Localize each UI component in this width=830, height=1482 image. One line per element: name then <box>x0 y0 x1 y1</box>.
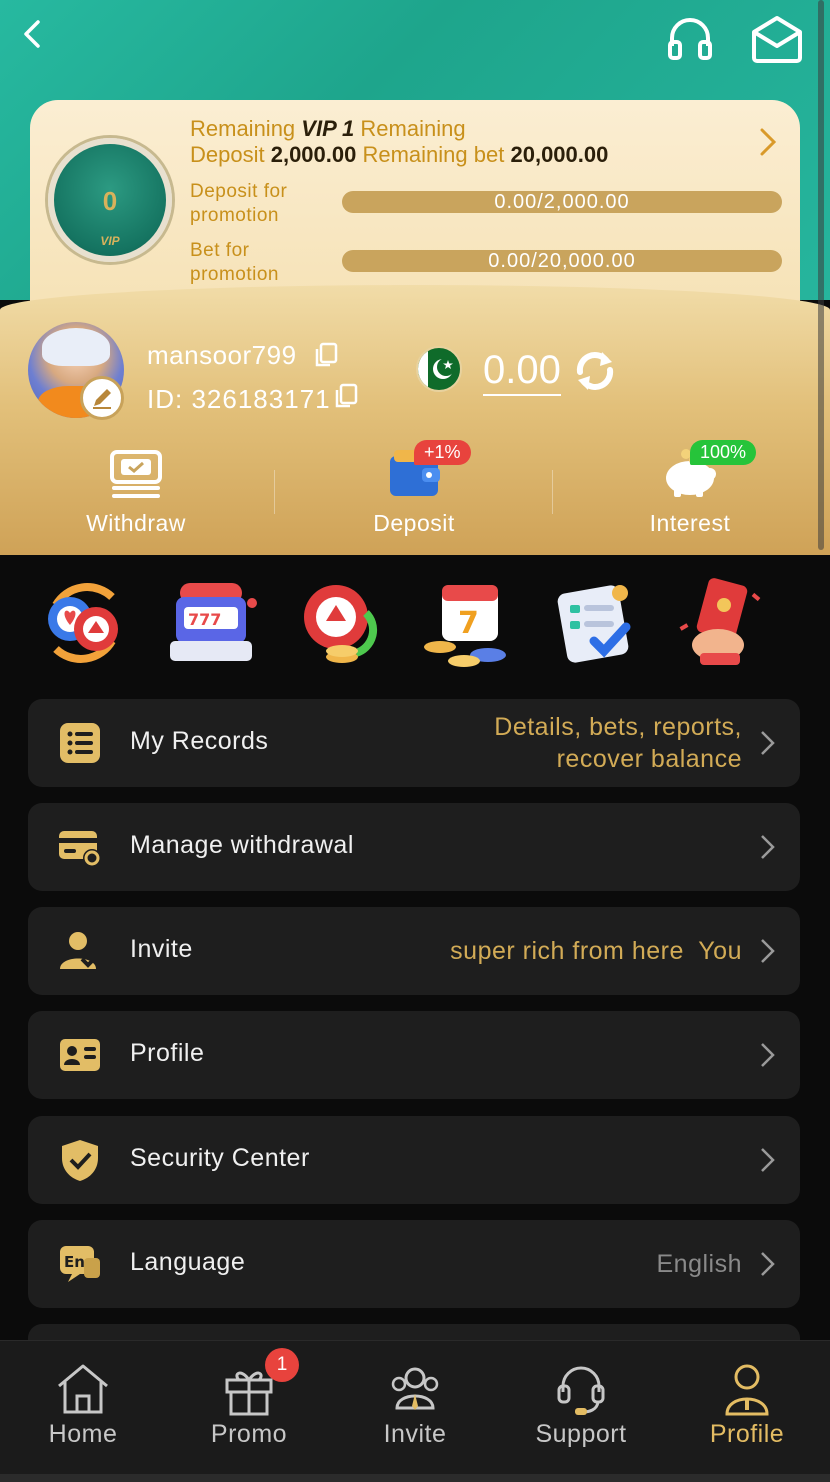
home-icon <box>55 1362 111 1416</box>
menu-marquee-hint: super rich from here You <box>450 937 742 965</box>
nav-home-label: Home <box>48 1420 118 1448</box>
nav-support-label: Support <box>535 1420 627 1448</box>
vip-line1-prefix: Remaining <box>190 116 296 141</box>
vip-requirement-line: Deposit 2,000.00 Remaining bet 20,000.00 <box>190 142 608 168</box>
divider <box>274 470 275 514</box>
chevron-right-icon <box>760 937 776 965</box>
home-indicator <box>0 1474 830 1482</box>
menu-label: Profile <box>130 1039 205 1067</box>
menu-label: Invite <box>130 935 193 963</box>
chevron-right-icon <box>760 1146 776 1174</box>
pakistan-flag-icon <box>416 346 462 392</box>
bet-progress-bar: 0.00/20,000.00 <box>342 250 782 272</box>
back-icon[interactable] <box>14 14 54 54</box>
menu-item-manage-withdrawal[interactable]: Manage withdrawal <box>28 803 800 891</box>
user-id-value: 326183171 <box>191 384 331 414</box>
menu-item-my-records[interactable]: My Records Details, bets, reports, recov… <box>28 699 800 787</box>
svg-text:7: 7 <box>458 606 479 641</box>
shield-icon <box>58 1138 102 1182</box>
withdraw-label: Withdraw <box>86 510 186 536</box>
copy-username-icon[interactable] <box>314 342 338 368</box>
menu-item-profile[interactable]: Profile <box>28 1011 800 1099</box>
vip-level-number: 0 <box>102 186 118 216</box>
vip-level-badge: 0 VIP <box>48 138 172 262</box>
group-users-icon <box>387 1362 443 1416</box>
deposit-progress-bar: 0.00/2,000.00 <box>342 191 782 213</box>
vip-deposit-label: Deposit <box>190 142 265 167</box>
deposit-promo-label: Deposit for promotion <box>190 181 288 226</box>
mail-icon[interactable] <box>750 14 804 64</box>
user-id: ID: 326183171 <box>147 384 331 415</box>
nav-profile-label: Profile <box>709 1420 785 1448</box>
nav-promo[interactable]: Promo <box>166 1362 332 1462</box>
menu-label: Manage withdrawal <box>130 831 354 859</box>
vip-bet-label: Remaining bet <box>362 142 505 167</box>
vip-bet-value: 20,000.00 <box>510 142 609 167</box>
chip-refresh-icon[interactable] <box>296 575 392 671</box>
card-settings-icon <box>58 825 102 869</box>
svg-text:777: 777 <box>188 610 221 629</box>
vip-line1-suffix: Remaining <box>360 116 466 141</box>
support-headset-icon <box>553 1362 609 1416</box>
menu-item-security-center[interactable]: Security Center <box>28 1116 800 1204</box>
wallet-balance[interactable]: 0.00 <box>483 348 561 396</box>
edit-avatar-icon[interactable] <box>80 376 124 420</box>
chevron-right-icon[interactable] <box>756 124 780 160</box>
language-icon: En <box>58 1242 102 1286</box>
nav-invite-label: Invite <box>383 1420 447 1448</box>
calendar-lucky7-icon[interactable]: 7 <box>418 575 514 671</box>
headset-icon[interactable] <box>664 16 716 62</box>
chevron-right-icon <box>760 1250 776 1278</box>
divider <box>552 470 553 514</box>
nav-invite[interactable]: Invite <box>332 1362 498 1462</box>
invite-user-icon <box>58 929 102 973</box>
nav-profile[interactable]: Profile <box>664 1362 830 1462</box>
vip-next-level: VIP 1 <box>301 116 355 141</box>
poker-chips-swap-icon[interactable] <box>36 575 132 671</box>
vip-remaining-line: Remaining VIP 1 Remaining <box>190 116 466 142</box>
interest-rate-tag: 100% <box>690 440 757 465</box>
chevron-right-icon <box>760 833 776 861</box>
interest-label: Interest <box>649 510 731 536</box>
chevron-right-icon <box>760 1041 776 1069</box>
username: mansoor799 <box>147 340 297 370</box>
bet-promo-label: Bet for promotion <box>190 240 279 285</box>
menu-label: Language <box>130 1248 246 1276</box>
records-list-icon <box>58 721 102 765</box>
menu-item-language[interactable]: En Language English <box>28 1220 800 1308</box>
scrollbar[interactable] <box>818 0 824 550</box>
menu-item-invite[interactable]: Invite super rich from here You <box>28 907 800 995</box>
svg-text:En: En <box>64 1253 85 1271</box>
current-language: English <box>656 1250 742 1278</box>
promo-notification-badge: 1 <box>265 1348 299 1382</box>
refresh-icon[interactable] <box>572 346 618 396</box>
deposit-label: Deposit <box>373 510 455 536</box>
menu-label: My Records <box>130 727 269 755</box>
nav-promo-label: Promo <box>210 1420 288 1448</box>
red-envelope-icon[interactable] <box>672 575 768 671</box>
chevron-right-icon <box>760 729 776 757</box>
withdraw-icon <box>109 448 163 500</box>
user-id-label: ID: <box>147 384 184 414</box>
profile-icon <box>719 1362 775 1416</box>
slot-machine-icon[interactable]: 777 <box>164 575 260 671</box>
checklist-icon[interactable] <box>548 575 644 671</box>
vip-deposit-value: 2,000.00 <box>270 142 357 167</box>
vip-badge-label: VIP <box>100 234 120 248</box>
nav-support[interactable]: Support <box>498 1362 664 1462</box>
menu-label: Security Center <box>130 1144 310 1172</box>
menu-hint: Details, bets, reports, recover balance <box>494 713 742 773</box>
id-card-icon <box>58 1033 102 1077</box>
copy-id-icon[interactable] <box>334 383 358 409</box>
nav-home[interactable]: Home <box>0 1362 166 1462</box>
deposit-bonus-tag: +1% <box>414 440 471 465</box>
